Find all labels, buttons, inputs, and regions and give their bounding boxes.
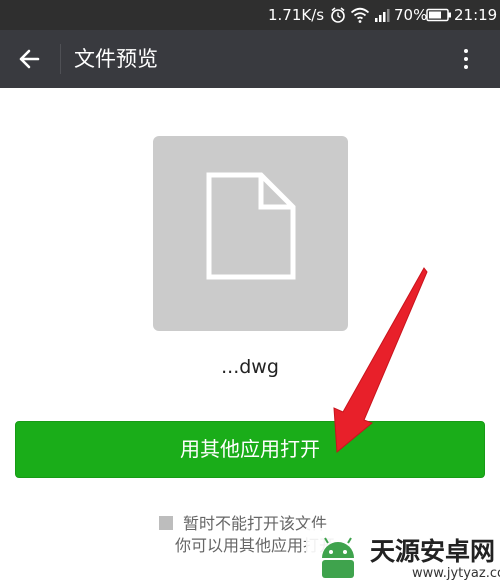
watermark-url: www.jytyaz.com bbox=[412, 566, 500, 581]
watermark: 天源安卓网 www.jytyaz.com bbox=[306, 528, 500, 586]
watermark-text: 天源安卓网 bbox=[370, 537, 496, 566]
red-arrow-annotation bbox=[333, 267, 428, 454]
android-logo-icon bbox=[322, 537, 354, 578]
